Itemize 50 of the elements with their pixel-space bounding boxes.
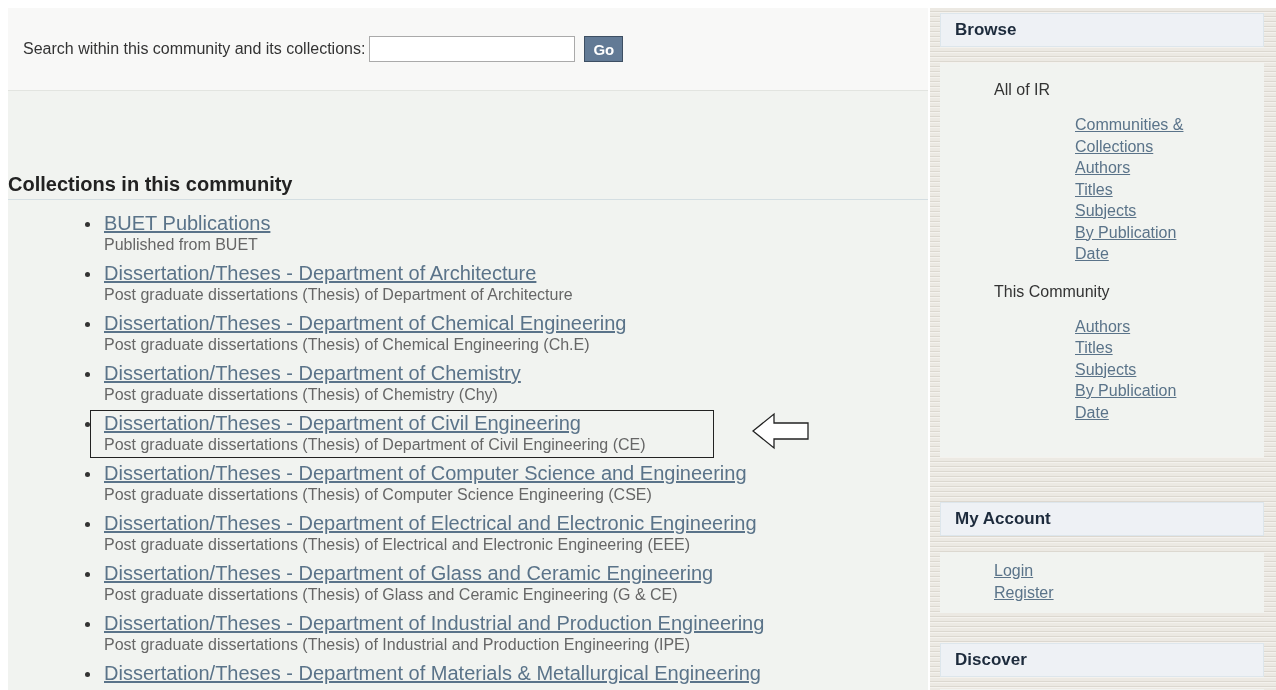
bullet-icon [85, 572, 90, 577]
collection-description: Post graduate dissertations (Thesis) of Glass and Ceramic Engineering (G & CE) [104, 585, 679, 605]
section-heading: Collections in this community [8, 173, 928, 200]
collection-link[interactable]: Dissertation/Theses - Department of Materials & Metallurgical Engineering [104, 662, 761, 684]
bullet-icon [85, 322, 90, 327]
collection-description: Post graduate dissertations (Thesis) of Electrical and Electronic Engineering (EEE) [104, 535, 692, 555]
browse-link[interactable]: Communities & Collections [1075, 114, 1205, 157]
sidebar-heading: Browse [940, 13, 1264, 47]
bullet-icon [85, 522, 90, 527]
bullet-icon [85, 422, 90, 427]
collection-description: Post graduate dissertations (Thesis) of Chemistry (Chy) [104, 385, 499, 405]
search-field[interactable] [369, 36, 576, 62]
collection-link[interactable]: Dissertation/Theses - Department of Civil Engineering [104, 412, 646, 434]
sidebar-heading: Discover [940, 643, 1264, 677]
collection-link[interactable]: Dissertation/Theses - Department of Architecture [104, 262, 573, 284]
left-arrow-icon [752, 412, 810, 450]
bullet-icon [85, 372, 90, 377]
browse-link[interactable]: Authors [1075, 315, 1205, 337]
group-label: All of IR [994, 81, 1051, 99]
browse-link[interactable]: By Publication Date [1075, 380, 1205, 423]
browse-link[interactable]: Titles [1075, 337, 1205, 359]
account-link[interactable]: Login [994, 560, 1264, 582]
collection-link[interactable]: Dissertation/Theses - Department of Industrial and Production Engineering [104, 612, 765, 634]
browse-link[interactable]: Subjects [1075, 358, 1205, 380]
collection-link[interactable]: Dissertation/Theses - Department of Chemical Engineering [104, 312, 627, 334]
collection-link[interactable]: Dissertation/Theses - Department of Chemistry [104, 362, 521, 384]
collection-description: Post graduate dissertations (Thesis) of Department of Architecture [104, 285, 573, 305]
collection-link[interactable]: Dissertation/Theses - Department of Glass and Ceramic Engineering [104, 562, 714, 584]
browse-link[interactable]: Titles [1075, 178, 1205, 200]
group-label: This Community [994, 282, 1111, 301]
bullet-icon [85, 622, 90, 627]
browse-link[interactable]: Authors [1075, 157, 1205, 179]
collection-link[interactable]: Dissertation/Theses - Department of Electrical and Electronic Engineering [104, 512, 757, 534]
account-link[interactable]: Register [994, 581, 1264, 603]
collection-link[interactable]: BUET Publications [104, 212, 271, 234]
go-button[interactable]: Go [584, 36, 624, 62]
browse-link[interactable]: By Publication Date [1075, 221, 1205, 265]
search-label: Search within this community and its collections: [23, 40, 366, 58]
sidebar-heading: My Account [940, 502, 1264, 536]
bullet-icon [85, 672, 90, 677]
collection-description: Published from BUET [104, 235, 259, 255]
collection-description: Post graduate dissertations (Thesis) of Industrial and Production Engineering (IPE) [104, 635, 692, 655]
browse-link[interactable]: Subjects [1075, 200, 1205, 222]
collection-description: Post graduate dissertations (Thesis) of Chemical Engineering (Ch.E) [104, 335, 591, 355]
bullet-icon [85, 472, 90, 477]
collection-description: Post graduate dissertations (Thesis) of Computer Science Engineering (CSE) [104, 485, 653, 505]
bullet-icon [85, 222, 90, 227]
bullet-icon [85, 272, 90, 277]
collection-description: Post graduate dissertations (Thesis) of Department of Civil Engineering (CE) [104, 435, 646, 455]
collection-link[interactable]: Dissertation/Theses - Department of Computer Science and Engineering [104, 462, 747, 484]
